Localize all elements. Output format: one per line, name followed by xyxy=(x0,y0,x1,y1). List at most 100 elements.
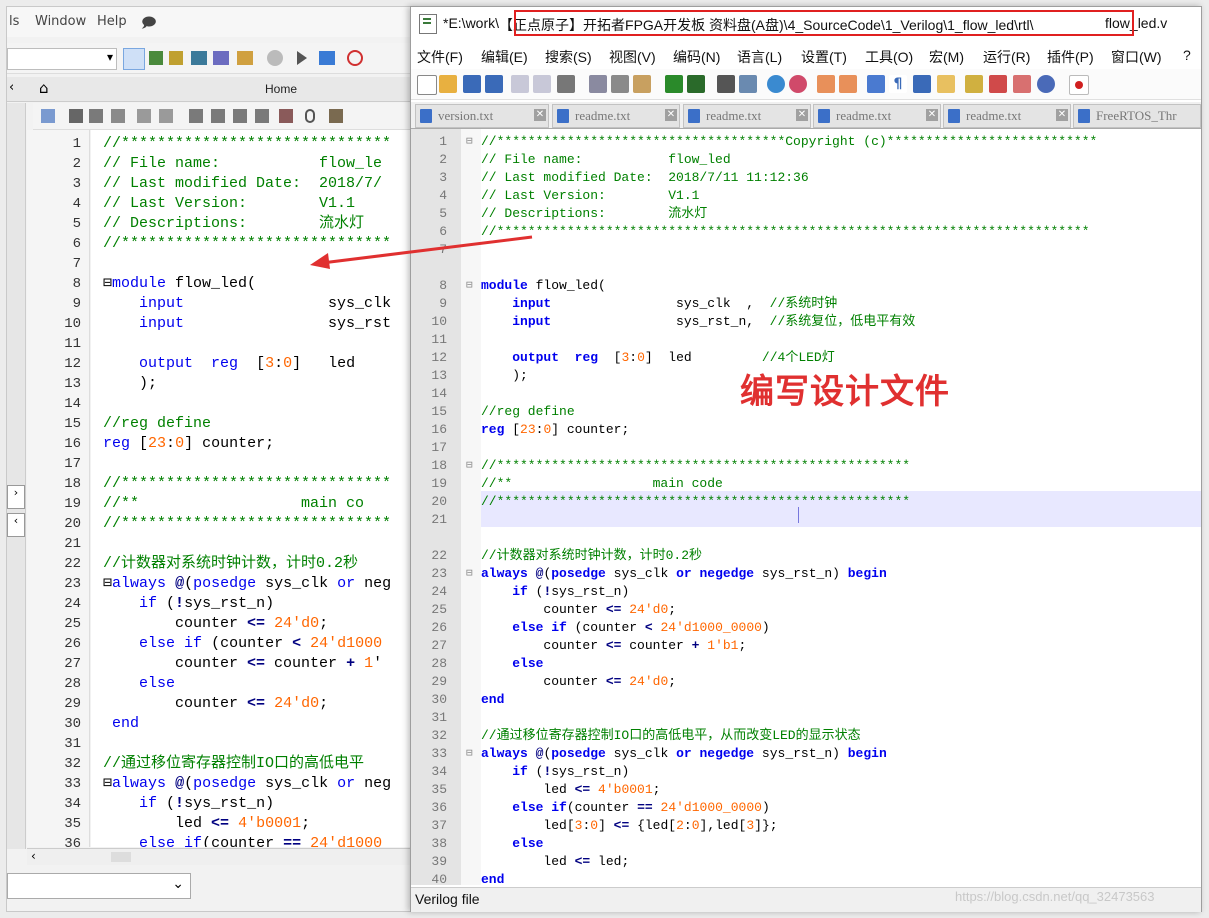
code-line[interactable]: //*************************************C… xyxy=(481,133,1097,151)
code-line[interactable]: else if (counter < 24'd1000_0000) xyxy=(481,619,770,637)
left-menu-tools[interactable]: ls xyxy=(9,14,19,29)
code-line[interactable]: always @(posedge sys_clk or negedge sys_… xyxy=(481,565,887,583)
tool-icon[interactable] xyxy=(319,51,335,65)
stop-icon[interactable] xyxy=(267,50,283,66)
code-line[interactable]: else if (counter < 24'd1000 xyxy=(103,634,382,654)
code-line[interactable]: //通过移位寄存器控制IO口的高低电平，从而改变LED的显示状态 xyxy=(481,727,861,745)
menu-tools[interactable]: 工具(O) xyxy=(865,47,913,67)
menu-edit[interactable]: 编辑(E) xyxy=(481,47,528,67)
menu-help[interactable]: ? xyxy=(1183,47,1191,63)
tab-readme-txt[interactable]: readme.txt ✕ xyxy=(683,104,811,128)
goto-icon[interactable] xyxy=(111,109,125,123)
code-line[interactable]: //**************************************… xyxy=(481,493,910,511)
close-file-icon[interactable] xyxy=(511,75,529,93)
udl-icon[interactable] xyxy=(937,75,955,93)
close-icon[interactable]: ✕ xyxy=(796,109,808,121)
code-line[interactable]: ⊟always @(posedge sys_clk or neg xyxy=(103,774,391,794)
fold-toggle-icon[interactable]: ⊟ xyxy=(466,745,476,763)
code-line[interactable]: //计数器对系统时钟计数，计时0.2秒 xyxy=(103,554,358,574)
code-line[interactable]: ); xyxy=(103,374,157,394)
menu-search[interactable]: 搜索(S) xyxy=(545,47,592,67)
left-toolbar-combo[interactable]: ▾ xyxy=(7,48,117,70)
code-line[interactable]: input sys_clk xyxy=(103,294,391,314)
left-menu-window[interactable]: Window xyxy=(35,14,86,29)
code-line[interactable]: //计数器对系统时钟计数，计时0.2秒 xyxy=(481,547,702,565)
attach-icon[interactable] xyxy=(305,109,315,123)
code-line[interactable]: led[3:0] <= {led[2:0],led[3]}; xyxy=(481,817,777,835)
folder-workspace-icon[interactable] xyxy=(1013,75,1031,93)
cross-tool-icon[interactable] xyxy=(123,48,145,70)
fold-toggle-icon[interactable]: ⊟ xyxy=(466,277,476,295)
chevron-left-icon[interactable]: ‹ xyxy=(31,849,36,863)
zoom-out-icon[interactable] xyxy=(789,75,807,93)
save-all-icon[interactable] xyxy=(485,75,503,93)
code-line[interactable]: //reg define xyxy=(103,414,211,434)
code-line[interactable]: else xyxy=(103,674,175,694)
tool-icon[interactable] xyxy=(41,109,55,123)
doc-map-icon[interactable] xyxy=(965,75,983,93)
code-line[interactable]: led <= led; xyxy=(481,853,629,871)
code-line[interactable]: //reg define xyxy=(481,403,575,421)
home-icon[interactable]: ⌂ xyxy=(39,79,49,97)
left-tab-title[interactable]: Home xyxy=(265,82,297,96)
code-line[interactable]: else if(counter == 24'd1000 xyxy=(103,834,382,847)
code-line[interactable]: // Last modified Date: 2018/7/ xyxy=(103,174,382,194)
code-line[interactable]: counter <= counter + 1' xyxy=(103,654,382,674)
code-line[interactable]: // File name: flow_le xyxy=(103,154,382,174)
indent-guide-icon[interactable] xyxy=(913,75,931,93)
fold-toggle-icon[interactable]: ⊟ xyxy=(466,565,476,583)
code-line[interactable]: if (!sys_rst_n) xyxy=(481,583,629,601)
bookmark-icon[interactable] xyxy=(255,109,269,123)
menu-encoding[interactable]: 编码(N) xyxy=(673,47,720,67)
chat-icon[interactable]: 🗩 xyxy=(141,12,157,36)
code-line[interactable]: // Descriptions: 流水灯 xyxy=(481,205,707,223)
tool-icon[interactable] xyxy=(329,109,343,123)
fold-toggle-icon[interactable]: ⊟ xyxy=(466,133,476,151)
undo-icon[interactable] xyxy=(665,75,683,93)
code-line[interactable]: reg [23:0] counter; xyxy=(103,434,274,454)
tool-icon[interactable] xyxy=(213,51,229,65)
replace-icon[interactable] xyxy=(739,75,757,93)
code-line[interactable]: ); xyxy=(481,367,528,385)
code-line[interactable]: reg [23:0] counter; xyxy=(481,421,629,439)
print-icon[interactable] xyxy=(557,75,575,93)
sync-scroll-icon[interactable] xyxy=(817,75,835,93)
code-line[interactable]: module flow_led( xyxy=(481,277,606,295)
zoom-in-icon[interactable] xyxy=(767,75,785,93)
tab-version-txt[interactable]: version.txt ✕ xyxy=(415,104,549,128)
code-line[interactable]: counter <= counter + 1'b1; xyxy=(481,637,746,655)
tool-icon[interactable] xyxy=(237,51,253,65)
save-icon[interactable] xyxy=(463,75,481,93)
code-line[interactable]: always @(posedge sys_clk or negedge sys_… xyxy=(481,745,887,763)
bookmark-icon[interactable] xyxy=(233,109,247,123)
code-line[interactable]: counter <= 24'd0; xyxy=(481,673,676,691)
show-all-chars-icon[interactable]: ¶ xyxy=(889,75,907,93)
code-line[interactable]: input sys_clk , //系统时钟 xyxy=(481,295,837,313)
code-line[interactable]: end xyxy=(481,871,504,885)
close-all-icon[interactable] xyxy=(533,75,551,93)
panel-toggle-right[interactable]: › xyxy=(7,485,25,509)
chevron-left-icon[interactable]: ‹ xyxy=(9,80,14,95)
code-line[interactable]: // Last Version: V1.1 xyxy=(103,194,355,214)
tab-readme-txt[interactable]: readme.txt ✕ xyxy=(943,104,1071,128)
menu-view[interactable]: 视图(V) xyxy=(609,47,656,67)
bookmark-icon[interactable] xyxy=(279,109,293,123)
code-line[interactable]: counter <= 24'd0; xyxy=(481,601,676,619)
close-icon[interactable]: ✕ xyxy=(1056,109,1068,121)
code-line[interactable]: counter <= 24'd0; xyxy=(103,614,328,634)
indent-icon[interactable] xyxy=(137,109,151,123)
code-line[interactable]: else xyxy=(481,835,543,853)
play-icon[interactable] xyxy=(297,51,307,65)
tab-readme-txt[interactable]: readme.txt ✕ xyxy=(552,104,680,128)
code-line[interactable]: ⊟always @(posedge sys_clk or neg xyxy=(103,574,391,594)
tool-icon[interactable] xyxy=(149,51,163,65)
sync-scroll-h-icon[interactable] xyxy=(839,75,857,93)
close-icon[interactable]: ✕ xyxy=(534,109,546,121)
menu-plugins[interactable]: 插件(P) xyxy=(1047,47,1094,67)
menu-language[interactable]: 语言(L) xyxy=(737,47,782,67)
bookmark-icon[interactable] xyxy=(211,109,225,123)
function-list-icon[interactable] xyxy=(989,75,1007,93)
code-line[interactable]: else xyxy=(481,655,543,673)
word-wrap-icon[interactable] xyxy=(867,75,885,93)
close-icon[interactable]: ✕ xyxy=(665,109,677,121)
